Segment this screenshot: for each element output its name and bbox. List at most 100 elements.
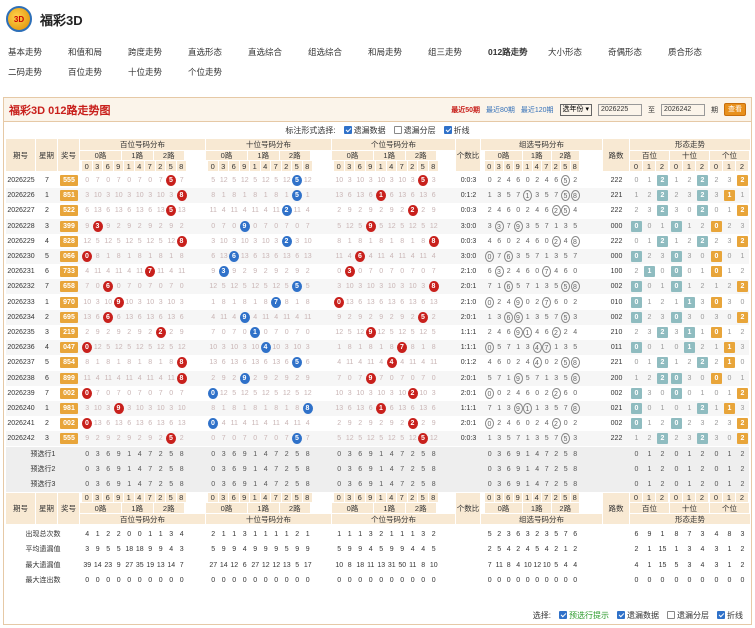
ball-mark: 8 bbox=[176, 357, 187, 369]
stat-value: 0 bbox=[305, 576, 310, 584]
shape-sub-footer: 个位 bbox=[710, 503, 750, 515]
group-miss: 3 bbox=[563, 344, 568, 352]
shape-miss: 3 bbox=[687, 253, 692, 260]
footer-option-polyline[interactable]: 折线 bbox=[717, 610, 743, 621]
group-miss: 0 bbox=[544, 359, 549, 367]
to-issue-input[interactable]: 2026242 bbox=[661, 103, 705, 116]
shape-miss: 1 bbox=[687, 405, 692, 412]
miss-value: 3 bbox=[431, 389, 436, 397]
option-missing-data[interactable]: 遗漏数据 bbox=[343, 125, 386, 136]
shape-miss: 0 bbox=[727, 313, 732, 321]
nav-item[interactable]: 组选综合 bbox=[308, 46, 368, 58]
stat-value: 1 bbox=[727, 546, 732, 554]
miss-value: 11 bbox=[262, 313, 270, 321]
group-miss: 2 bbox=[535, 420, 540, 428]
year-select[interactable]: 选年份 ▾ bbox=[559, 103, 592, 116]
predict-digit: 0 bbox=[487, 481, 492, 488]
nav-item[interactable]: 直选形态 bbox=[188, 46, 248, 58]
stat-value: 4 bbox=[368, 546, 373, 554]
miss-value: 0 bbox=[337, 268, 342, 276]
predict-digit: 3 bbox=[497, 481, 502, 488]
shape-miss: 1 bbox=[700, 268, 705, 276]
miss-value: 0 bbox=[358, 268, 363, 276]
miss-value: 1 bbox=[221, 405, 226, 412]
stat-value: 3 bbox=[544, 531, 549, 539]
group-hit-mark: 9 bbox=[513, 372, 523, 384]
footer-option-predict[interactable]: 预选行提示 bbox=[559, 610, 609, 621]
miss-value: 4 bbox=[410, 253, 415, 260]
query-button[interactable]: 查看 bbox=[724, 103, 746, 116]
predict-digit: 2 bbox=[158, 450, 163, 458]
from-issue-input[interactable]: 2026225 bbox=[598, 103, 642, 116]
predict-digit: 0 bbox=[337, 450, 342, 458]
predict-digit: 2 bbox=[410, 481, 415, 488]
ball-mark: 6 bbox=[103, 311, 113, 323]
shape-miss: 1 bbox=[727, 389, 732, 397]
predict-digit: 0 bbox=[674, 450, 679, 458]
group-hit-mark: 1 bbox=[523, 403, 532, 414]
nav-item[interactable]: 直选综合 bbox=[248, 46, 308, 58]
shape-miss: 0 bbox=[647, 222, 652, 230]
option-missing-layer[interactable]: 遗漏分层 bbox=[393, 125, 436, 136]
nav-item[interactable]: 质合形态 bbox=[668, 46, 728, 58]
miss-value: 5 bbox=[410, 329, 415, 336]
nav-item[interactable]: 012路走势 bbox=[488, 46, 548, 58]
shape-miss: 1 bbox=[647, 298, 652, 306]
digit-footer: 1 bbox=[683, 493, 696, 504]
nav-item[interactable]: 组三走势 bbox=[428, 46, 488, 58]
group-miss: 5 bbox=[573, 344, 578, 352]
digit-footer: 4 bbox=[386, 493, 397, 504]
period-50-link[interactable]: 最近50期 bbox=[451, 105, 480, 115]
shape-miss: 2 bbox=[674, 435, 679, 443]
shape-mark: 0 bbox=[711, 251, 722, 262]
predict-digit: 4 bbox=[389, 465, 394, 473]
period-80-link[interactable]: 最近80期 bbox=[486, 105, 515, 115]
nav-item[interactable]: 十位走势 bbox=[128, 66, 188, 78]
nav-item[interactable]: 百位走势 bbox=[68, 66, 128, 78]
predict-digit: 1 bbox=[253, 450, 258, 458]
predict-digit: 1 bbox=[127, 481, 132, 488]
nav-item[interactable]: 二码走势 bbox=[8, 66, 68, 78]
issue-cell: 2026231 bbox=[7, 268, 35, 276]
miss-value: 12 bbox=[251, 283, 260, 291]
miss-value: 2 bbox=[211, 374, 216, 382]
footer-option-missing[interactable]: 遗漏数据 bbox=[617, 610, 659, 621]
shape-miss: 0 bbox=[700, 313, 705, 321]
miss-value: 6 bbox=[148, 207, 153, 215]
period-120-link[interactable]: 最近120期 bbox=[521, 105, 554, 115]
count-ratio-cell: 1:1:1 bbox=[460, 344, 477, 352]
predict-digit: 4 bbox=[137, 465, 142, 473]
nav-item[interactable]: 和局走势 bbox=[368, 46, 428, 58]
shape-mark: 2 bbox=[697, 403, 708, 414]
predict-digit: 7 bbox=[544, 450, 549, 458]
miss-value: 4 bbox=[137, 374, 142, 382]
option-polyline[interactable]: 折线 bbox=[443, 125, 470, 136]
miss-value: 11 bbox=[125, 374, 133, 382]
week-cell: 2 bbox=[45, 207, 49, 215]
shape-miss: 0 bbox=[714, 389, 719, 397]
nav-item[interactable]: 个位走势 bbox=[188, 66, 248, 78]
miss-value: 8 bbox=[95, 253, 100, 260]
shape-miss: 1 bbox=[740, 192, 745, 200]
group-miss: 4 bbox=[497, 207, 502, 215]
nav-item[interactable]: 大小形态 bbox=[548, 46, 608, 58]
shape-miss: 1 bbox=[660, 222, 665, 230]
miss-value: 5 bbox=[211, 177, 216, 184]
nav-item[interactable]: 跨度走势 bbox=[128, 46, 188, 58]
miss-value: 2 bbox=[431, 313, 436, 321]
nav-item[interactable]: 和值和局 bbox=[68, 46, 128, 58]
miss-value: 10 bbox=[167, 298, 176, 306]
nav-item[interactable]: 基本走势 bbox=[8, 46, 68, 58]
footer-option-layer[interactable]: 遗漏分层 bbox=[667, 610, 709, 621]
nav-item[interactable]: 奇偶形态 bbox=[608, 46, 668, 58]
miss-value: 9 bbox=[305, 374, 310, 382]
miss-value: 10 bbox=[272, 344, 281, 352]
ball-mark: 8 bbox=[176, 235, 187, 247]
stat-value: 13 bbox=[377, 561, 386, 569]
miss-value: 9 bbox=[85, 222, 90, 230]
miss-value: 6 bbox=[127, 420, 132, 428]
miss-value: 4 bbox=[431, 253, 436, 260]
digit-footer: 9 bbox=[113, 493, 124, 504]
stat-value: 27 bbox=[125, 561, 134, 569]
ball-mark: 3 bbox=[344, 266, 355, 278]
